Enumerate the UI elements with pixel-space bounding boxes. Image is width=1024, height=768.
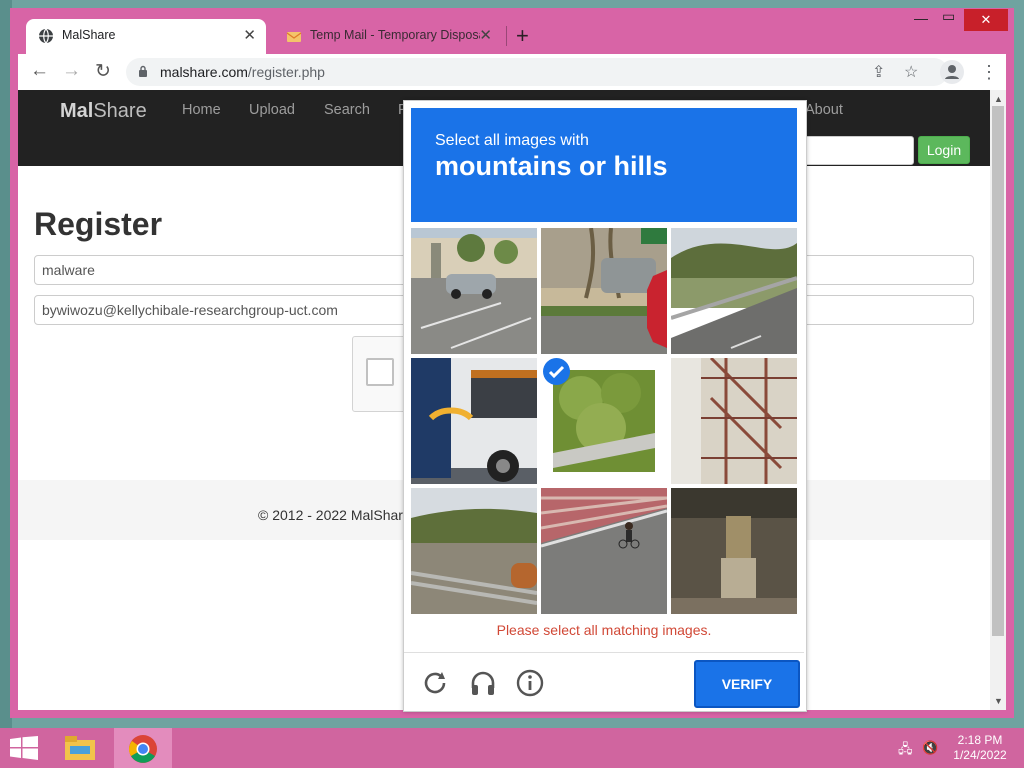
footer-copyright: © 2012 - 2022 MalShar [258,507,403,523]
volume-muted-icon[interactable]: 🔇 [922,740,938,756]
nav-home[interactable]: Home [182,102,221,118]
login-button[interactable]: Login [918,136,970,164]
cyclist-tile[interactable] [541,488,667,614]
chrome-icon [129,735,157,763]
recaptcha-checkbox[interactable] [366,358,394,386]
maximize-icon[interactable]: ▭ [942,8,955,25]
tab-temp-mail[interactable]: Temp Mail - Temporary Disposab ✕ [274,19,502,54]
fire-escape-tile[interactable] [671,358,797,484]
tab-title: Temp Mail - Temporary Disposab [310,28,480,42]
globe-icon [39,28,53,44]
minimize-icon[interactable]: — [914,10,928,26]
url-domain: malshare.com [160,64,248,80]
chrome-taskbar-button[interactable] [114,728,172,768]
network-icon[interactable]: 🖧 [898,740,913,762]
reload-icon[interactable]: ↻ [95,60,111,83]
address-bar[interactable]: malshare.com/register.php [126,58,948,86]
info-icon[interactable] [515,668,545,698]
url-path: /register.php [247,64,325,80]
nav-upload[interactable]: Upload [249,102,295,118]
verify-button[interactable]: VERIFY [694,660,800,708]
back-icon[interactable]: ← [30,60,49,82]
bridge-underside-tile[interactable] [671,488,797,614]
captcha-divider [404,652,804,653]
close-tab-icon[interactable]: ✕ [479,26,492,44]
nav-about[interactable]: About [805,102,843,118]
clock-date: 1/24/2022 [953,748,1007,762]
scroll-up-icon[interactable]: ▲ [994,94,1003,104]
new-tab-icon[interactable]: + [516,23,529,49]
page-title: Register [34,206,163,242]
window-close-button[interactable]: ✕ [964,9,1008,31]
stop-sign-tile[interactable] [541,228,667,354]
file-explorer-icon[interactable] [64,734,96,762]
parking-lot-tile[interactable] [411,228,537,354]
lock-icon [139,65,147,77]
bus-tile[interactable] [411,358,537,484]
login-input[interactable] [790,136,914,165]
captcha-target: mountains or hills [435,151,668,181]
road-hills-tile[interactable] [671,228,797,354]
forward-icon[interactable]: → [62,60,81,82]
nav-search[interactable]: Search [324,102,370,118]
tab-divider [506,26,507,46]
scrollbar-thumb[interactable] [992,106,1004,636]
share-icon[interactable]: ⇪ [872,62,885,82]
site-brand[interactable]: MalShare [60,100,147,123]
captcha-instruction: Select all images with [435,132,589,149]
tab-malshare[interactable]: MalShare ✕ [26,19,266,54]
captcha-error-message: Please select all matching images. [496,622,712,638]
profile-avatar-icon[interactable] [940,60,964,84]
audio-challenge-icon[interactable] [468,668,498,698]
tab-title: MalShare [62,28,116,42]
menu-kebab-icon[interactable]: ⋮ [980,62,998,83]
envelope-icon [286,32,302,42]
guardrail-hills-tile[interactable] [411,488,537,614]
reload-challenge-icon[interactable] [420,668,450,698]
scroll-down-icon[interactable]: ▼ [994,696,1003,706]
tile-selected-check-icon [543,358,570,385]
close-tab-icon[interactable]: ✕ [243,26,256,44]
taskbar-clock[interactable]: 2:18 PM 1/24/2022 [950,733,1010,763]
clock-time: 2:18 PM [957,733,1003,747]
windows-start-icon[interactable] [10,736,38,760]
bookmark-star-icon[interactable]: ☆ [904,62,918,82]
